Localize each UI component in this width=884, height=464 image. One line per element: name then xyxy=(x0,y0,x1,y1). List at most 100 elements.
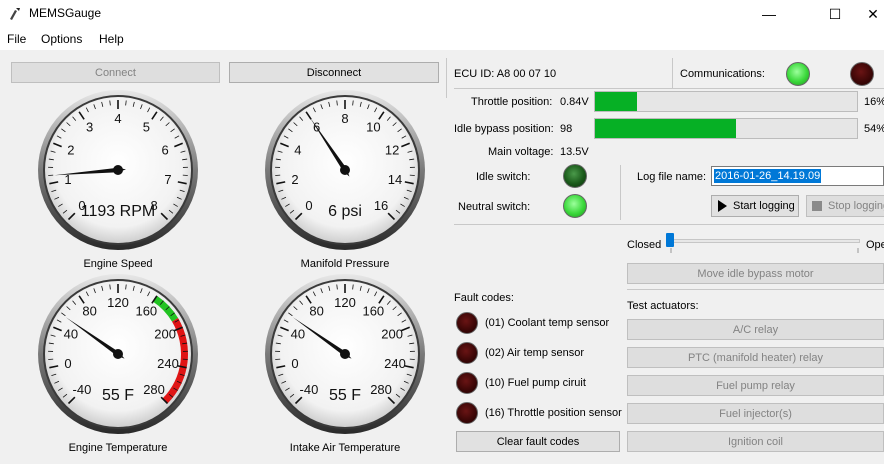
gauge-tick-label: -40 xyxy=(73,382,92,397)
gauge-readout: 55 F xyxy=(329,387,361,404)
idle-switch-label: Idle switch: xyxy=(476,171,531,183)
gauge-tick-label: 8 xyxy=(341,111,348,126)
disconnect-button[interactable]: Disconnect xyxy=(229,62,439,83)
gauge-tick-label: 240 xyxy=(384,356,406,371)
close-button[interactable]: ✕ xyxy=(862,0,884,28)
gauge-tick-label: 12 xyxy=(385,142,399,157)
divider xyxy=(672,58,673,88)
throttle-label: Throttle position: xyxy=(471,96,553,108)
gauge-tick-label: 0 xyxy=(64,356,71,371)
main-voltage-label: Main voltage: xyxy=(488,146,554,158)
gauge-readout: 6 psi xyxy=(328,203,362,220)
idle-bypass-progress-fill xyxy=(595,119,737,138)
gauge-title: Manifold Pressure xyxy=(301,258,390,270)
fault-led-fuel-pump xyxy=(456,372,478,394)
gauge-tick-label: 280 xyxy=(370,382,392,397)
gauge-3: -400 40 80 120 160 200 240 280 55 F Intake Air Te… xyxy=(265,274,425,454)
fault-label-coolant: (01) Coolant temp sensor xyxy=(485,317,610,329)
fault-label-air-temp: (02) Air temp sensor xyxy=(485,347,585,359)
idle-bypass-slider-track[interactable] xyxy=(668,239,860,243)
move-idle-bypass-motor-button[interactable]: Move idle bypass motor xyxy=(627,263,884,284)
gauge-0: 0123456781193 RPMEngine Speed xyxy=(38,90,198,270)
idle-bypass-progress-bar xyxy=(594,118,858,139)
ptc-relay-button[interactable]: PTC (manifold heater) relay xyxy=(627,347,884,368)
stop-logging-label: Stop logging xyxy=(828,200,884,212)
menu-file[interactable]: File xyxy=(7,32,26,46)
gauge-tick-label: 6 xyxy=(162,142,169,157)
gauge-tick-label: 4 xyxy=(114,111,121,126)
menu-bar xyxy=(0,28,884,50)
stop-logging-button[interactable]: Stop logging xyxy=(806,195,884,217)
divider xyxy=(454,88,884,89)
divider xyxy=(620,165,621,220)
test-actuators-title: Test actuators: xyxy=(627,300,699,312)
gauge-tick-label: 200 xyxy=(381,326,403,341)
gauges-panel: 0123456781193 RPMEngine Speed02468101214… xyxy=(38,90,425,454)
gauge-tick-label: 160 xyxy=(362,304,384,319)
menu-options[interactable]: Options xyxy=(41,32,82,46)
menu-help[interactable]: Help xyxy=(99,32,124,46)
gauge-tick-label: 7 xyxy=(164,172,171,187)
gauge-tick-label: 240 xyxy=(157,356,179,371)
communications-label: Communications: xyxy=(680,68,765,80)
gauge-tick-label: 2 xyxy=(291,172,298,187)
idle-bypass-value: 98 xyxy=(560,123,573,135)
throttle-progress-bar xyxy=(594,91,858,112)
gauge-hub xyxy=(113,165,123,175)
gauge-title: Engine Speed xyxy=(83,258,152,270)
log-file-input[interactable]: 2016-01-26_14.19.09 xyxy=(711,166,884,186)
communications-rx-led xyxy=(850,62,874,86)
idle-bypass-label: Idle bypass position: xyxy=(454,123,554,135)
gauge-tick-label: 14 xyxy=(388,172,402,187)
gauge-tick-label: 2 xyxy=(67,142,74,157)
gauge-tick-label: 40 xyxy=(291,326,305,341)
gauge-tick-label: -40 xyxy=(300,382,319,397)
ac-relay-button[interactable]: A/C relay xyxy=(627,319,884,340)
gauge-tick-label: 80 xyxy=(309,304,323,319)
throttle-percent: 16% xyxy=(864,96,884,108)
gauge-tick-label: 40 xyxy=(64,326,78,341)
ecu-id: ECU ID: A8 00 07 10 xyxy=(454,68,557,80)
play-icon xyxy=(718,200,727,212)
gauge-hub xyxy=(113,349,123,359)
gauge-tick-label: 200 xyxy=(154,326,176,341)
gauge-title: Intake Air Temperature xyxy=(290,442,400,454)
fault-label-throttle: (16) Throttle position sensor xyxy=(485,407,622,419)
main-voltage-value: 13.5V xyxy=(560,146,589,158)
clear-fault-codes-button[interactable]: Clear fault codes xyxy=(456,431,620,452)
fuel-injector-button[interactable]: Fuel injector(s) xyxy=(627,403,884,424)
connect-button[interactable]: Connect xyxy=(11,62,220,83)
fault-led-coolant xyxy=(456,312,478,334)
gauge-readout: 1193 RPM xyxy=(81,203,155,220)
slider-closed-label: Closed xyxy=(627,239,662,251)
gauge-tick-label: 120 xyxy=(107,295,129,310)
slider-open-label: Open xyxy=(866,239,884,251)
gauge-hub xyxy=(340,165,350,175)
fault-label-fuel-pump: (10) Fuel pump ciruit xyxy=(485,377,586,389)
idle-bypass-percent: 54% xyxy=(864,123,884,135)
gauge-tick-label: 5 xyxy=(143,120,150,135)
gauge-tick-label: 120 xyxy=(334,295,356,310)
gauge-app-icon xyxy=(10,8,20,20)
ignition-coil-button[interactable]: Ignition coil xyxy=(627,431,884,452)
log-file-input-text: 2016-01-26_14.19.09 xyxy=(714,169,822,183)
gauge-hub xyxy=(340,349,350,359)
throttle-value: 0.84V xyxy=(560,96,589,108)
start-logging-button[interactable]: Start logging xyxy=(711,195,799,217)
fuel-pump-relay-button[interactable]: Fuel pump relay xyxy=(627,375,884,396)
window-title: MEMSGauge xyxy=(29,6,102,20)
maximize-button[interactable]: ☐ xyxy=(812,0,858,28)
idle-bypass-slider-thumb[interactable] xyxy=(666,233,674,247)
gauge-2: -400 40 80 120 160 200 240 280 55 F Engine Temper… xyxy=(38,274,198,454)
divider xyxy=(627,289,884,290)
fault-led-air-temp xyxy=(456,342,478,364)
communications-tx-led xyxy=(786,62,810,86)
gauge-tick-label: 80 xyxy=(82,304,96,319)
slider-ticks xyxy=(670,248,859,253)
divider xyxy=(454,224,884,225)
gauge-tick-label: 16 xyxy=(374,198,388,213)
throttle-progress-fill xyxy=(595,92,637,111)
divider xyxy=(446,58,447,98)
gauge-1: 02468101214166 psiManifold Pressure xyxy=(265,90,425,270)
minimize-button[interactable]: — xyxy=(746,0,792,28)
